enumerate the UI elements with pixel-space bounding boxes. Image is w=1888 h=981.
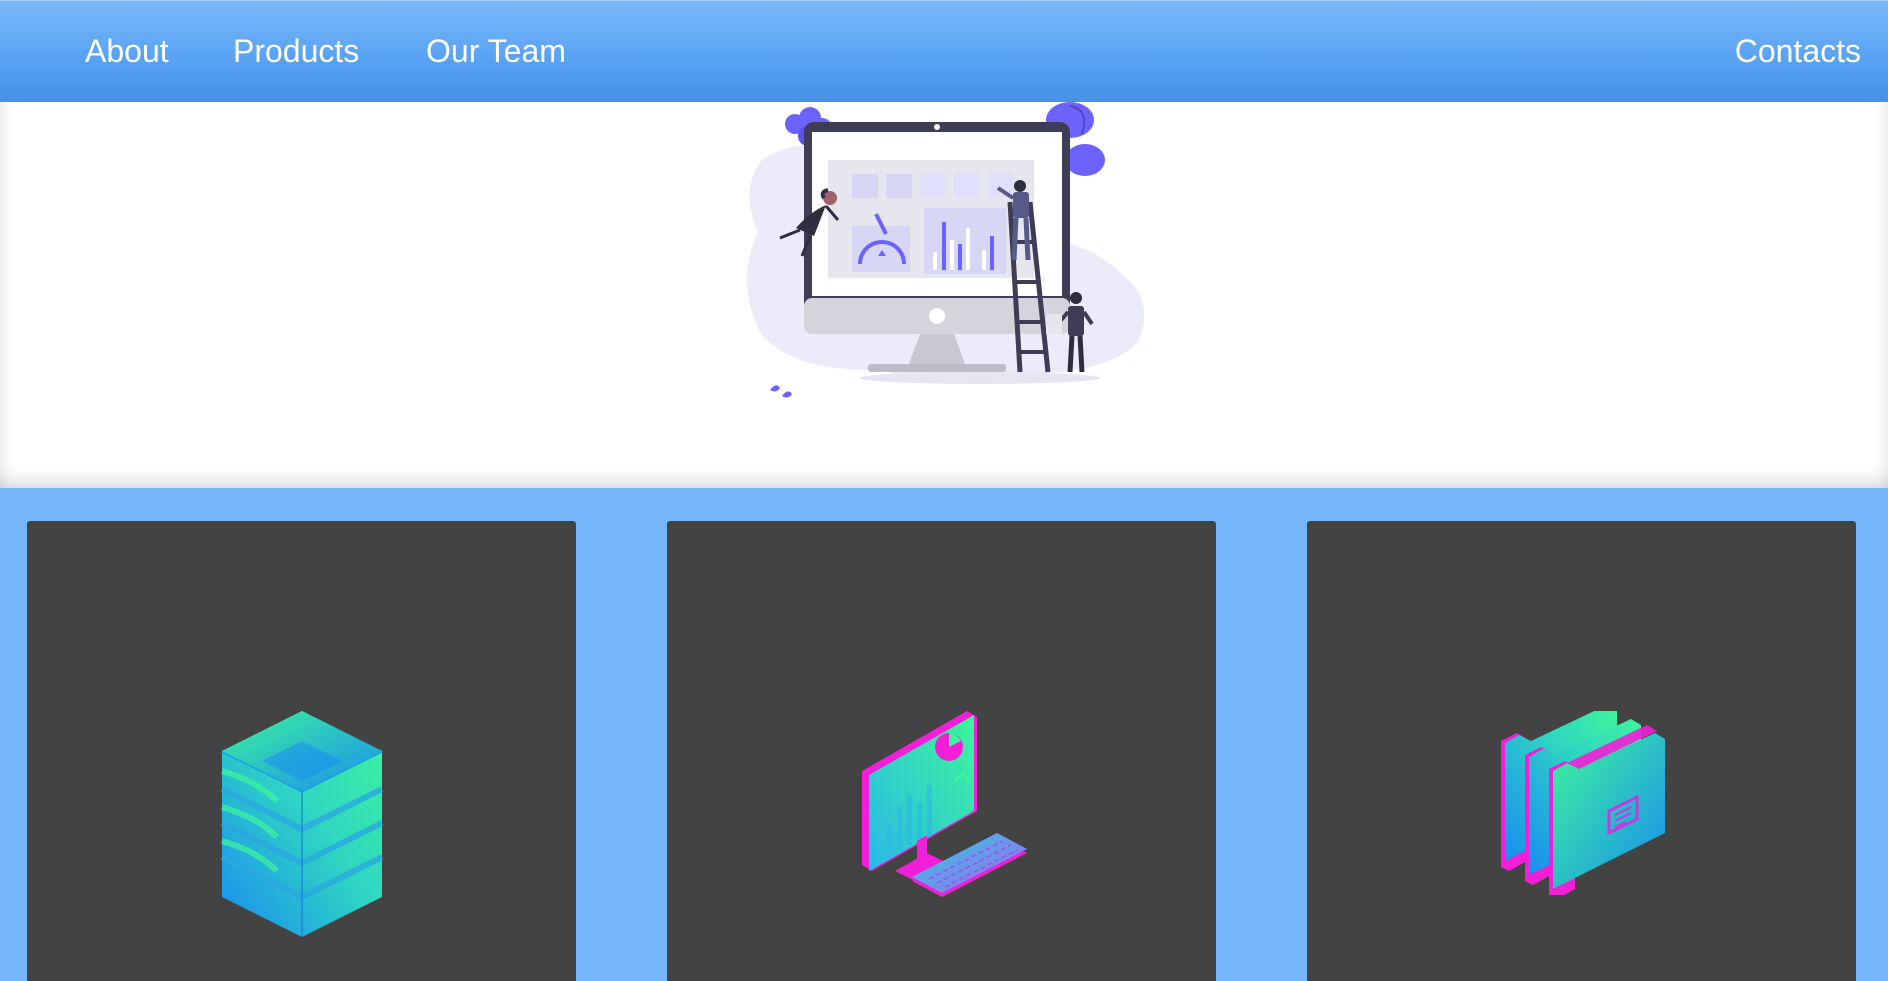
dashboard-monitor-team-illustration xyxy=(746,102,1145,398)
top-navbar: About Products Our Team Contacts xyxy=(0,0,1888,102)
nav-products-link[interactable]: Products xyxy=(233,29,359,73)
folders-icon xyxy=(1500,711,1665,895)
nav-about-link[interactable]: About xyxy=(85,29,169,73)
analytics-card[interactable] xyxy=(667,521,1216,981)
feature-cards-section xyxy=(0,488,1888,981)
files-card[interactable] xyxy=(1307,521,1856,981)
nav-our-team-link[interactable]: Our Team xyxy=(426,29,566,73)
nav-contacts-link[interactable]: Contacts xyxy=(1735,29,1861,73)
hero-banner xyxy=(0,102,1888,488)
database-stack-icon xyxy=(220,711,383,937)
computer-analytics-icon xyxy=(861,711,1027,897)
database-card[interactable] xyxy=(27,521,576,981)
